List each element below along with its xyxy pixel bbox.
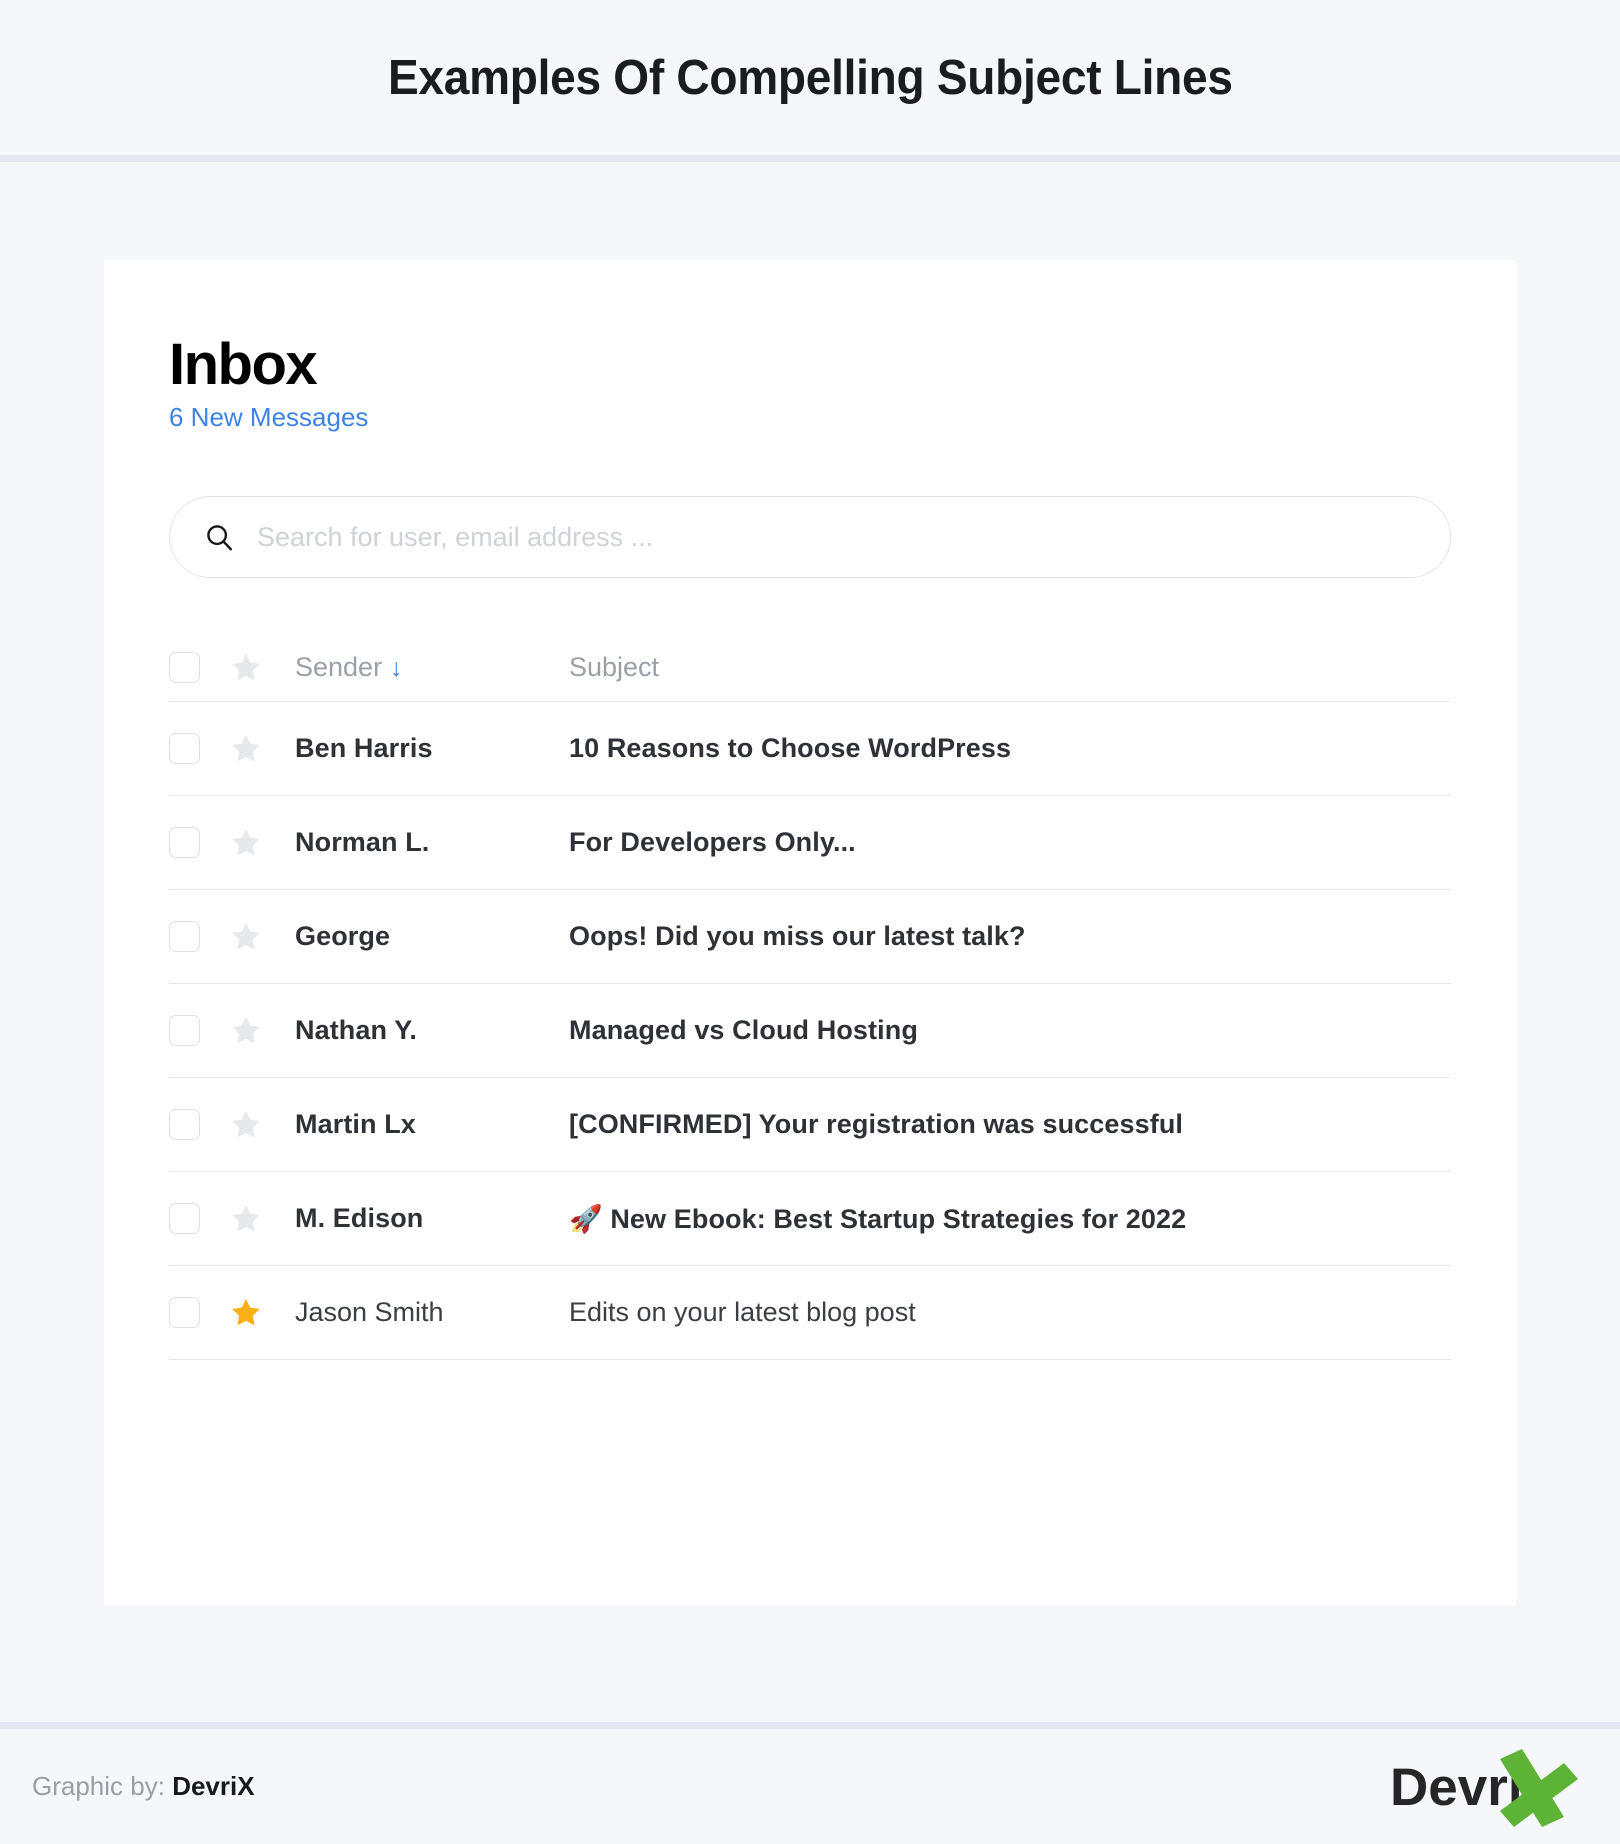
row-select-cell[interactable] — [169, 795, 231, 890]
select-all-checkbox[interactable] — [169, 651, 200, 683]
star-icon[interactable] — [231, 828, 261, 857]
row-checkbox[interactable] — [169, 733, 200, 764]
row-star-cell[interactable] — [231, 889, 293, 984]
row-subject: For Developers Only... — [569, 795, 1451, 890]
row-checkbox[interactable] — [169, 827, 200, 858]
table-row[interactable]: Martin Lx [CONFIRMED] Your registration w… — [169, 1077, 1451, 1172]
table-row[interactable]: George Oops! Did you miss our latest talk… — [169, 889, 1451, 984]
row-checkbox[interactable] — [169, 1109, 200, 1140]
table-row[interactable]: Norman L. For Developers Only... — [169, 795, 1451, 890]
row-sender: M. Edison — [293, 1171, 569, 1266]
row-subject: Managed vs Cloud Hosting — [569, 983, 1451, 1078]
row-select-cell[interactable] — [169, 983, 231, 1078]
row-checkbox[interactable] — [169, 1015, 200, 1046]
page-footer: Graphic by: DevriX Devri — [0, 1722, 1620, 1844]
row-star-cell[interactable] — [231, 1077, 293, 1172]
graphic-credit-prefix: Graphic by: — [32, 1771, 165, 1801]
row-star-cell[interactable] — [231, 701, 293, 796]
row-sender: Martin Lx — [293, 1077, 569, 1172]
row-sender: Jason Smith — [293, 1265, 569, 1360]
mail-table: Sender ↓ Subject Ben Harris 10 Reasons to … — [169, 633, 1451, 1360]
page-title: Examples Of Compelling Subject Lines — [387, 50, 1233, 105]
inbox-card: Inbox 6 New Messages Search for user, em… — [104, 260, 1516, 1605]
search-input[interactable] — [255, 520, 1416, 554]
select-all-cell[interactable] — [169, 633, 231, 702]
row-select-cell[interactable] — [169, 889, 231, 984]
row-sender: Ben Harris — [293, 701, 569, 796]
row-sender: George — [293, 889, 569, 984]
star-icon — [232, 653, 260, 680]
row-checkbox[interactable] — [169, 1297, 200, 1328]
row-select-cell[interactable] — [169, 1265, 231, 1360]
card-wrapper: Inbox 6 New Messages Search for user, em… — [0, 162, 1620, 1605]
row-checkbox[interactable] — [169, 921, 200, 952]
column-header-subject[interactable]: Subject — [569, 633, 1451, 702]
row-subject: Edits on your latest blog post — [569, 1265, 1451, 1360]
row-subject: [CONFIRMED] Your registration was succes… — [569, 1077, 1451, 1172]
page-header: Examples Of Compelling Subject Lines — [0, 0, 1620, 162]
table-row[interactable]: Nathan Y. Managed vs Cloud Hosting — [169, 983, 1451, 1078]
star-icon[interactable] — [231, 734, 261, 763]
row-select-cell[interactable] — [169, 701, 231, 796]
row-checkbox[interactable] — [169, 1203, 200, 1234]
mail-table-body: Ben Harris 10 Reasons to Choose WordPress… — [169, 701, 1451, 1360]
column-header-sender[interactable]: Sender ↓ — [293, 633, 569, 702]
row-star-cell[interactable] — [231, 795, 293, 890]
table-row[interactable]: M. Edison 🚀 New Ebook: Best Startup Strat… — [169, 1171, 1451, 1266]
star-icon[interactable] — [231, 922, 261, 951]
star-icon[interactable] — [231, 1016, 261, 1045]
star-header-cell[interactable] — [231, 633, 293, 702]
search-icon — [207, 525, 233, 551]
star-filled-icon[interactable] — [231, 1298, 261, 1327]
search-bar[interactable] — [169, 496, 1451, 578]
table-header-row: Sender ↓ Subject — [169, 633, 1451, 702]
column-header-sender-label: Sender — [295, 651, 383, 682]
row-star-cell[interactable] — [231, 1265, 293, 1360]
row-select-cell[interactable] — [169, 1171, 231, 1266]
sort-descending-icon[interactable]: ↓ — [390, 654, 403, 682]
row-subject: Oops! Did you miss our latest talk? — [569, 889, 1451, 984]
row-subject: 10 Reasons to Choose WordPress — [569, 701, 1451, 796]
row-star-cell[interactable] — [231, 983, 293, 1078]
row-sender: Norman L. — [293, 795, 569, 890]
row-select-cell[interactable] — [169, 1077, 231, 1172]
inbox-title: Inbox — [169, 332, 318, 397]
row-subject: 🚀 New Ebook: Best Startup Strategies for… — [569, 1171, 1451, 1266]
star-icon[interactable] — [231, 1204, 261, 1233]
graphic-credit: Graphic by: DevriX — [32, 1771, 255, 1802]
row-star-cell[interactable] — [231, 1171, 293, 1266]
new-messages-count[interactable]: 6 New Messages — [169, 398, 1451, 437]
devrix-logo-text: Devri — [1390, 1758, 1523, 1817]
row-sender: Nathan Y. — [293, 983, 569, 1078]
table-row[interactable]: Ben Harris 10 Reasons to Choose WordPress — [169, 701, 1451, 796]
star-icon[interactable] — [231, 1110, 261, 1139]
devrix-logo[interactable]: Devri — [1388, 1745, 1588, 1829]
graphic-credit-brand: DevriX — [172, 1771, 255, 1801]
devrix-logo-mark: Devri — [1390, 1748, 1578, 1827]
table-row[interactable]: Jason Smith Edits on your latest blog pos… — [169, 1265, 1451, 1360]
